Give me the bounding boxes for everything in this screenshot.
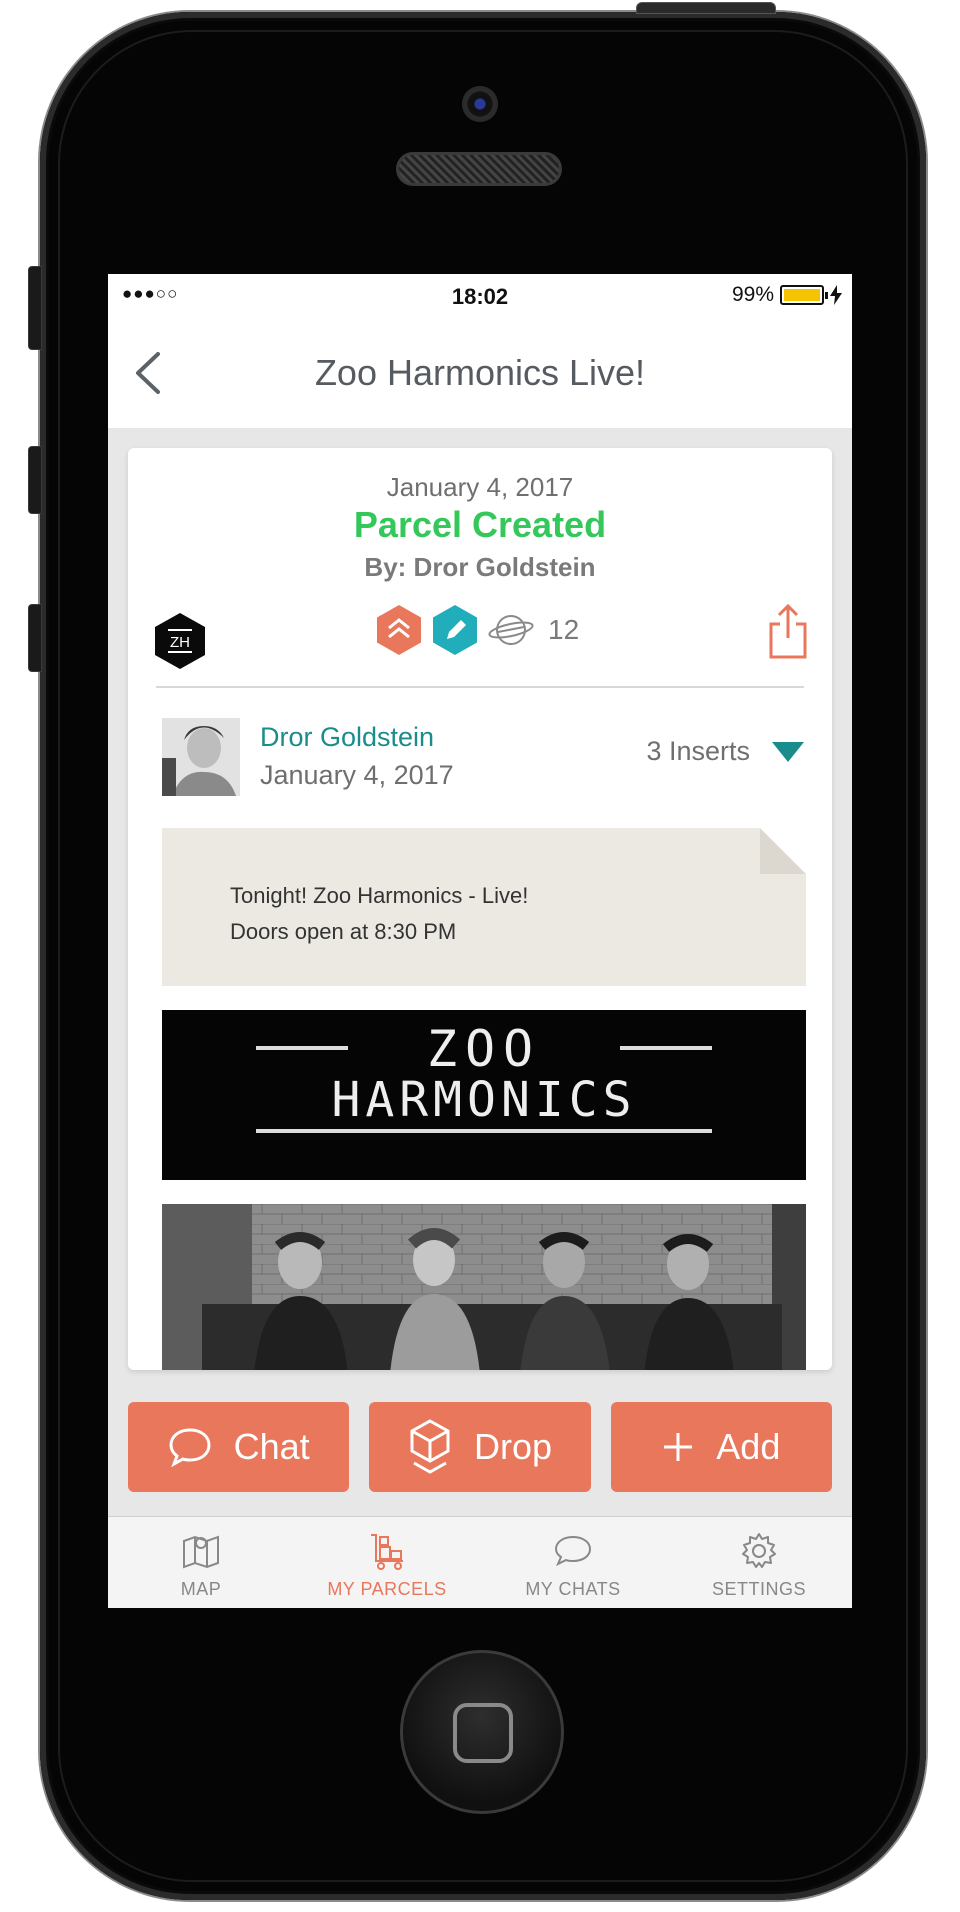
volume-up-button [28, 446, 42, 514]
status-right: 99% [732, 283, 842, 307]
zoo-harmonics-banner[interactable]: ZOO HARMONICS [162, 1010, 806, 1180]
card-divider [156, 686, 804, 688]
app-screen: ●●●○○ 18:02 99% Zoo Harmonics Live! Janu… [108, 274, 852, 1608]
drop-box-icon [410, 1419, 450, 1474]
band-logo-line-1: ZOO [427, 1020, 541, 1078]
add-button-label: Add [716, 1426, 781, 1467]
views-count: 12 [548, 614, 580, 645]
power-button [636, 2, 776, 14]
band-logo: ZOO HARMONICS [256, 1020, 712, 1133]
insert-note: Tonight! Zoo Harmonics - Live! Doors ope… [162, 828, 806, 986]
chat-button-label: Chat [233, 1426, 310, 1467]
views-planet-icon [488, 615, 534, 645]
tab-my-chats[interactable]: MY CHATS [480, 1517, 666, 1608]
band-photo-image [162, 1204, 806, 1370]
parcel-date: January 4, 2017 [386, 472, 574, 502]
inserts-toggle[interactable]: 3 Inserts [646, 736, 804, 767]
note-line-1: Tonight! Zoo Harmonics - Live! [230, 883, 529, 908]
parcel-icon-row: 12 [376, 604, 579, 656]
note-folded-corner [760, 828, 806, 874]
volume-down-button [28, 604, 42, 672]
battery-icon [780, 285, 828, 305]
parcel-author: By: Dror Goldstein [364, 552, 596, 582]
band-logo-line-2: HARMONICS [331, 1072, 636, 1128]
inserts-label: 3 Inserts [646, 736, 750, 766]
tab-settings[interactable]: SETTINGS [666, 1517, 852, 1608]
chat-bubble-icon [169, 1428, 211, 1467]
status-bar: ●●●○○ 18:02 99% [108, 274, 852, 316]
insert-date: January 4, 2017 [260, 760, 454, 790]
tab-map-label: MAP [180, 1579, 222, 1599]
tab-bar: MAP MY PARCELS MY CHATS SETTINGS [108, 1516, 852, 1608]
share-icon[interactable] [768, 602, 808, 660]
plus-icon [664, 1433, 693, 1461]
tab-map[interactable]: MAP [108, 1517, 294, 1608]
tab-settings-label: SETTINGS [711, 1579, 806, 1599]
battery-percent: 99% [731, 283, 774, 306]
add-button[interactable]: Add [610, 1402, 832, 1492]
drop-button-label: Drop [473, 1426, 552, 1467]
zh-logo-icon[interactable]: ZH [154, 612, 206, 670]
parcel-status: Parcel Created [353, 504, 607, 545]
charging-bolt-icon [830, 285, 842, 305]
note-line-2: Doors open at 8:30 PM [230, 919, 457, 944]
chat-button[interactable]: Chat [128, 1402, 350, 1492]
band-photo[interactable] [162, 1204, 806, 1370]
avatar[interactable] [162, 718, 240, 796]
avatar-photo [162, 718, 240, 796]
action-bar: Chat Drop Add [128, 1402, 832, 1492]
map-icon [183, 1535, 219, 1569]
front-camera [462, 86, 498, 122]
triangle-down-icon [772, 741, 804, 762]
tab-my-parcels-label: MY PARCELS [327, 1579, 447, 1599]
tab-my-chats-label: MY CHATS [525, 1579, 621, 1599]
upvote-chevrons-icon[interactable] [376, 604, 422, 656]
home-button-square [453, 1703, 513, 1763]
mute-switch [28, 266, 42, 350]
parcels-icon [371, 1534, 403, 1570]
parcel-card: January 4, 2017 Parcel Created By: Dror … [128, 448, 832, 1370]
gear-icon [742, 1533, 776, 1568]
zh-logo-text: ZH [170, 634, 190, 651]
edit-pencil-icon[interactable] [432, 604, 478, 656]
battery-fill [784, 289, 820, 301]
chat-bubble-icon [554, 1535, 592, 1567]
insert-author-link[interactable]: Dror Goldstein [260, 722, 434, 753]
home-button[interactable] [400, 1650, 564, 1814]
note-text: Tonight! Zoo Harmonics - Live! Doors ope… [230, 878, 528, 950]
earpiece-speaker [396, 152, 562, 186]
page-title: Zoo Harmonics Live! [314, 352, 646, 393]
tab-my-parcels[interactable]: MY PARCELS [294, 1517, 480, 1608]
navigation-bar: Zoo Harmonics Live! [108, 316, 852, 428]
drop-button[interactable]: Drop [369, 1402, 591, 1492]
